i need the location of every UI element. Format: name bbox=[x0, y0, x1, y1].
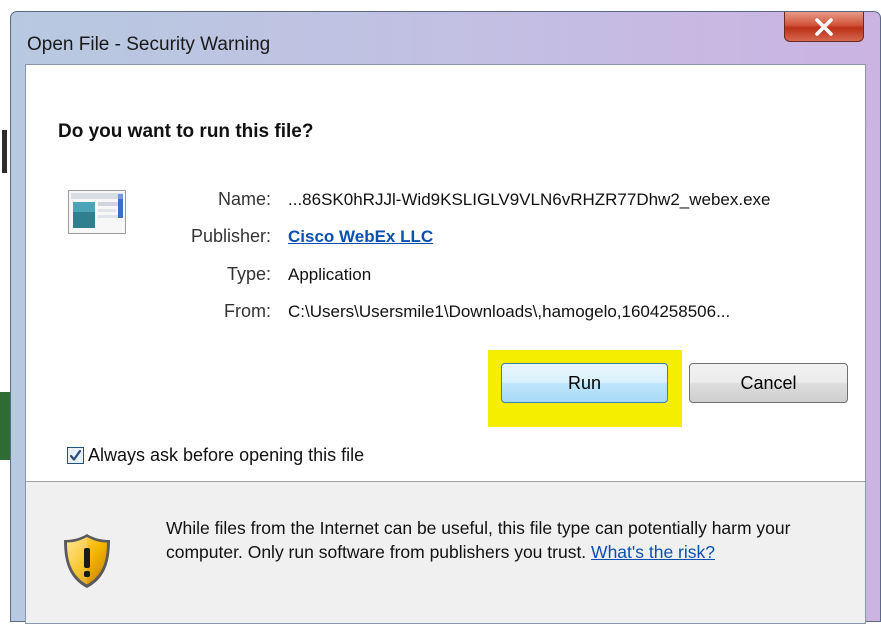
dialog-heading: Do you want to run this file? bbox=[58, 121, 314, 142]
name-label: Name: bbox=[217, 189, 271, 209]
cancel-button[interactable]: Cancel bbox=[689, 363, 848, 403]
type-value: Application bbox=[288, 265, 372, 284]
whats-the-risk-link[interactable]: What's the risk? bbox=[591, 542, 715, 562]
name-value: ...86SK0hRJJl-Wid9KSLIGLV9VLN6vRHZR77Dhw… bbox=[288, 190, 771, 209]
window-title: Open File - Security Warning bbox=[27, 34, 271, 55]
run-button[interactable]: Run bbox=[501, 363, 668, 403]
warning-shield-icon bbox=[62, 532, 112, 595]
from-value: C:\Users\Usersmile1\Downloads\,hamogelo,… bbox=[288, 302, 731, 321]
checkmark-icon bbox=[69, 449, 82, 461]
publisher-link[interactable]: Cisco WebEx LLC bbox=[288, 227, 433, 247]
dialog-body: Do you want to run this file? Name: ...8… bbox=[25, 64, 866, 624]
close-icon bbox=[815, 17, 833, 36]
warning-message: While files from the Internet can be use… bbox=[166, 516, 846, 564]
publisher-label: Publisher: bbox=[190, 226, 271, 246]
always-ask-option[interactable]: Always ask before opening this file bbox=[67, 445, 364, 466]
close-button[interactable] bbox=[784, 12, 864, 42]
warning-section: While files from the Internet can be use… bbox=[26, 482, 865, 623]
type-label: Type: bbox=[226, 264, 271, 284]
always-ask-label[interactable]: Always ask before opening this file bbox=[88, 445, 364, 466]
security-warning-dialog: Open File - Security Warning Do you want… bbox=[10, 11, 881, 624]
from-label: From: bbox=[224, 301, 271, 321]
background-text-fragment bbox=[2, 130, 7, 156]
always-ask-checkbox[interactable] bbox=[67, 447, 84, 464]
background-text-fragment bbox=[2, 155, 7, 173]
